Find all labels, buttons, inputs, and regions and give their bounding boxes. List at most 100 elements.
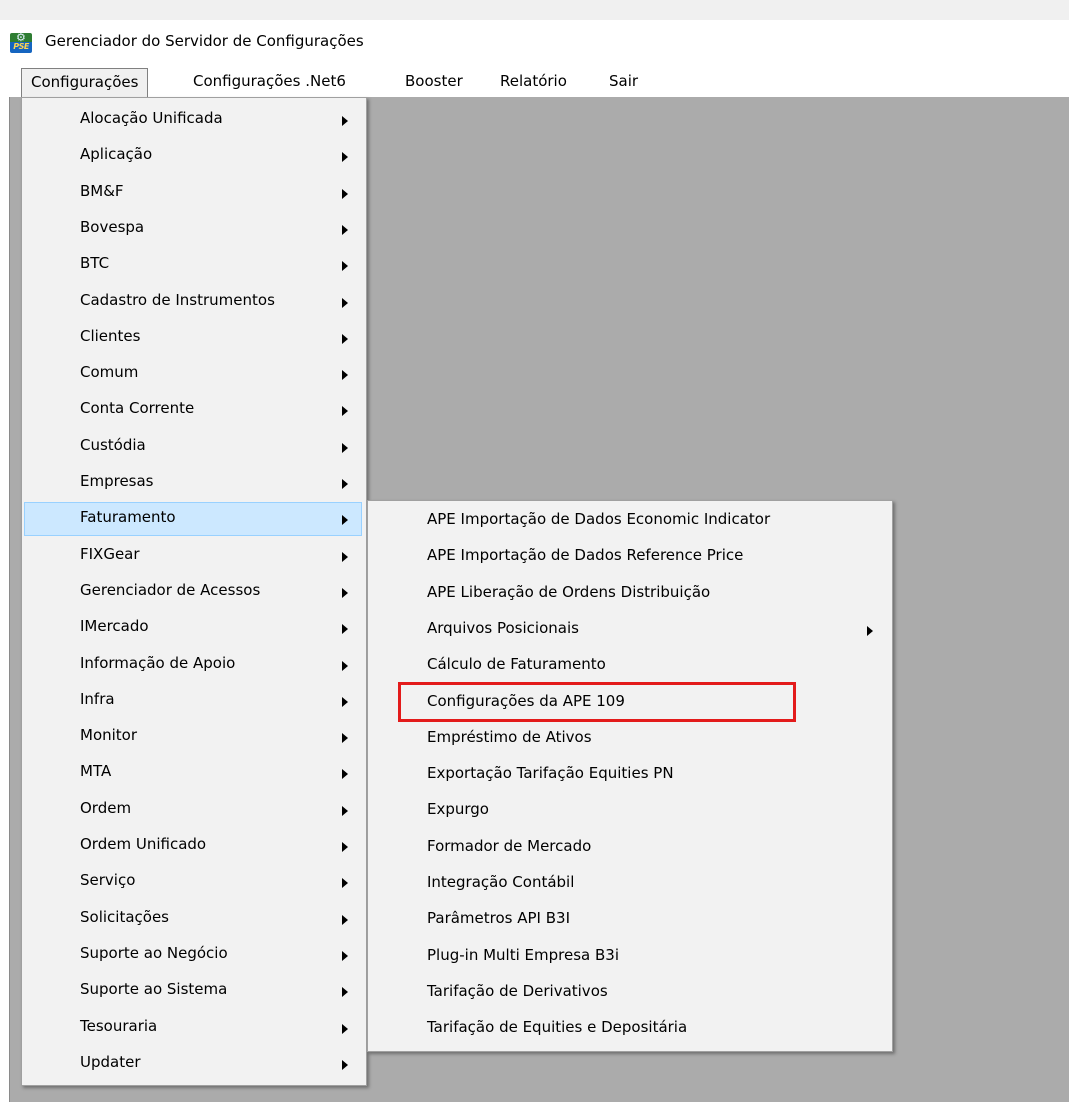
menu-item-updater[interactable]: Updater	[24, 1047, 362, 1081]
menu-item-label: Ordem Unificado	[80, 835, 207, 853]
submenu-item-plug-in-multi-empresa-b3i[interactable]: Plug-in Multi Empresa B3i	[370, 940, 888, 974]
submenu-arrow-icon	[342, 914, 348, 925]
submenu-item-calculo-de-faturamento[interactable]: Cálculo de Faturamento	[370, 649, 888, 683]
menu-item-mta[interactable]: MTA	[24, 756, 362, 790]
submenu-item-label: APE Liberação de Ordens Distribuição	[427, 582, 711, 601]
submenu-item-integracao-contabil[interactable]: Integração Contábil	[370, 867, 888, 901]
menu-item-label: BM&F	[80, 181, 124, 200]
menu-item-aplicacao[interactable]: Aplicação	[24, 139, 362, 173]
menu-item-infra[interactable]: Infra	[24, 684, 362, 718]
submenu-item-tarifacao-de-equities-e-depositaria[interactable]: Tarifação de Equities e Depositária	[370, 1012, 888, 1046]
menu-item-label: Ordem	[80, 798, 132, 817]
submenu-arrow-icon	[342, 261, 348, 272]
submenu-item-label: Parâmetros API B3I	[427, 909, 570, 928]
menu-item-label: Monitor	[80, 726, 138, 745]
submenu-arrow-icon	[342, 333, 348, 344]
menu-item-servico[interactable]: Serviço	[24, 865, 362, 899]
menu-item-label: Custódia	[80, 435, 146, 454]
menu-item-clientes[interactable]: Clientes	[24, 321, 362, 355]
menu-item-label: Suporte ao Sistema	[80, 980, 228, 999]
menu-item-label: Aplicação	[80, 145, 153, 164]
submenu-item-formador-de-mercado[interactable]: Formador de Mercado	[370, 831, 888, 865]
submenu-arrow-icon	[342, 152, 348, 163]
menu-item-label: Conta Corrente	[80, 399, 195, 418]
menu-item-label: Updater	[80, 1052, 141, 1071]
submenu-arrow-icon	[342, 805, 348, 816]
menu-item-label: Alocação Unificada	[80, 109, 223, 127]
submenu-item-expurgo[interactable]: Expurgo	[370, 794, 888, 828]
submenu-arrow-icon	[342, 224, 348, 235]
submenu-item-label: Expurgo	[427, 800, 489, 819]
submenu-arrow-icon	[342, 842, 348, 852]
menu-item-label: IMercado	[80, 617, 149, 636]
menu-configuracoes-net6[interactable]: Configurações .Net6	[193, 68, 346, 96]
submenu-item-label: Empréstimo de Ativos	[427, 727, 592, 746]
menu-item-faturamento[interactable]: Faturamento	[24, 502, 362, 537]
menu-item-imercado[interactable]: IMercado	[24, 611, 362, 645]
menu-item-custodia[interactable]: Custódia	[24, 430, 362, 464]
submenu-arrow-icon	[342, 696, 348, 707]
window-title: Gerenciador do Servidor de Configurações	[45, 32, 364, 50]
menu-item-conta-corrente[interactable]: Conta Corrente	[24, 393, 362, 427]
submenu-item-ape-liberacao-de-ordens-distribuicao[interactable]: APE Liberação de Ordens Distribuição	[370, 577, 888, 611]
submenu-arrow-icon	[342, 370, 348, 381]
submenu-arrow-icon	[867, 625, 873, 636]
submenu-arrow-icon	[342, 297, 348, 308]
highlight-annotation-box	[398, 682, 796, 722]
submenu-arrow-icon	[342, 587, 348, 598]
submenu-arrow-icon	[342, 515, 348, 526]
submenu-item-label: Tarifação de Derivativos	[427, 981, 608, 1000]
menu-item-informacao-de-apoio[interactable]: Informação de Apoio	[24, 648, 362, 682]
submenu-item-tarifacao-de-derivativos[interactable]: Tarifação de Derivativos	[370, 976, 888, 1010]
menu-item-label: Faturamento	[80, 508, 176, 527]
menu-configuracoes[interactable]: Configurações	[21, 68, 149, 98]
menu-item-comum[interactable]: Comum	[24, 357, 362, 391]
menu-item-label: BTC	[80, 254, 110, 273]
submenu-arrow-icon	[342, 950, 348, 961]
submenu-arrow-icon	[342, 878, 348, 889]
menu-item-fixgear[interactable]: FIXGear	[24, 539, 362, 573]
menu-item-monitor[interactable]: Monitor	[24, 720, 362, 754]
menu-item-label: Informação de Apoio	[80, 653, 236, 672]
menu-item-ordem[interactable]: Ordem	[24, 793, 362, 827]
menu-item-gerenciador-de-acessos[interactable]: Gerenciador de Acessos	[24, 575, 362, 609]
menu-item-empresas[interactable]: Empresas	[24, 466, 362, 500]
submenu-arrow-icon	[342, 987, 348, 998]
submenu-item-label: Integração Contábil	[427, 873, 575, 891]
top-strip	[0, 0, 1069, 20]
menu-item-label: MTA	[80, 762, 112, 781]
menu-item-bovespa[interactable]: Bovespa	[24, 212, 362, 246]
submenu-arrow-icon	[342, 406, 348, 417]
submenu-item-ape-importacao-de-dados-economic-indicator[interactable]: APE Importação de Dados Economic Indicat…	[370, 504, 888, 538]
menu-item-suporte-ao-sistema[interactable]: Suporte ao Sistema	[24, 974, 362, 1008]
menu-item-tesouraria[interactable]: Tesouraria	[24, 1011, 362, 1045]
submenu-item-label: Arquivos Posicionais	[427, 618, 579, 637]
submenu-arrow-icon	[342, 769, 348, 780]
submenu-item-exportacao-tarifacao-equities-pn[interactable]: Exportação Tarifação Equities PN	[370, 758, 888, 792]
menu-item-ordem-unificado[interactable]: Ordem Unificado	[24, 829, 362, 863]
menu-item-btc[interactable]: BTC	[24, 248, 362, 282]
submenu-arrow-icon	[342, 116, 348, 126]
menu-item-suporte-ao-negocio[interactable]: Suporte ao Negócio	[24, 938, 362, 972]
submenu-item-parametros-api-b3i[interactable]: Parâmetros API B3I	[370, 903, 888, 937]
menu-item-label: Comum	[80, 363, 139, 382]
menu-sair[interactable]: Sair	[609, 68, 638, 96]
submenu-arrow-icon	[342, 624, 348, 635]
menu-booster[interactable]: Booster	[405, 68, 463, 96]
submenu-arrow-icon	[342, 442, 348, 453]
submenu-item-ape-importacao-de-dados-reference-price[interactable]: APE Importação de Dados Reference Price	[370, 540, 888, 574]
menu-item-cadastro-de-instrumentos[interactable]: Cadastro de Instrumentos	[24, 285, 362, 319]
menu-item-solicitacoes[interactable]: Solicitações	[24, 902, 362, 936]
submenu-item-label: Exportação Tarifação Equities PN	[427, 764, 674, 783]
menu-item-alocacao-unificada[interactable]: Alocação Unificada	[24, 103, 362, 137]
submenu-arrow-icon	[342, 551, 348, 562]
submenu-arrow-icon	[342, 660, 348, 671]
submenu-arrow-icon	[342, 188, 348, 199]
menu-item-label: Gerenciador de Acessos	[80, 580, 261, 599]
menu-item-bm-f[interactable]: BM&F	[24, 176, 362, 210]
app-logo-icon: ⚙ PSE	[10, 31, 32, 53]
menu-item-label: Bovespa	[80, 217, 145, 236]
submenu-item-arquivos-posicionais[interactable]: Arquivos Posicionais	[370, 613, 888, 647]
submenu-item-emprestimo-de-ativos[interactable]: Empréstimo de Ativos	[370, 722, 888, 756]
menu-relatorio[interactable]: Relatório	[500, 68, 567, 96]
